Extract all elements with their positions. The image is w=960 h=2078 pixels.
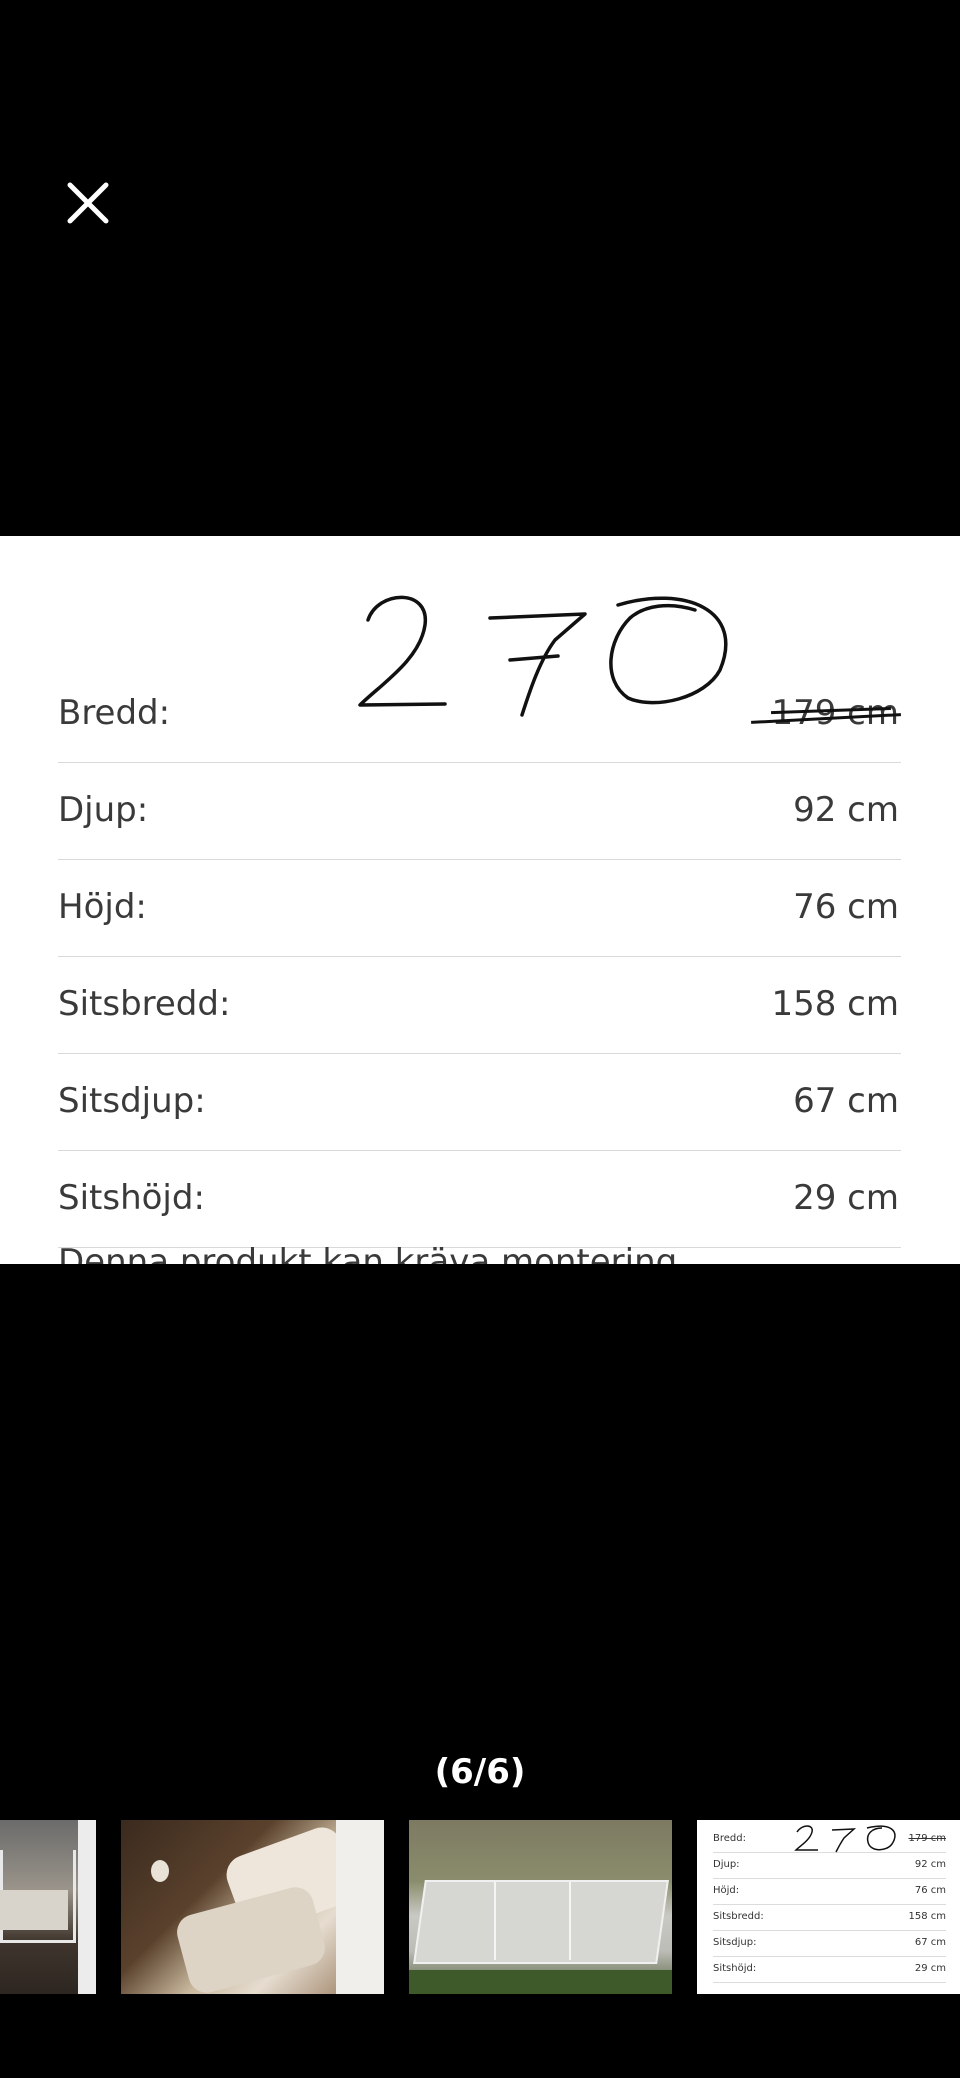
- mini-spec-label: Bredd:: [713, 1833, 746, 1844]
- thumbnail-sofa: [413, 1880, 669, 1964]
- spec-label: Djup:: [58, 790, 149, 830]
- mini-spec-value: 92 cm: [914, 1859, 946, 1870]
- mini-spec-label: Sitsdjup:: [713, 1937, 757, 1948]
- image-counter: (6/6): [434, 1752, 526, 1792]
- mini-spec-label: Höjd:: [713, 1885, 740, 1896]
- thumbnail-pillow: [173, 1883, 329, 1994]
- close-icon: [67, 182, 109, 224]
- mini-spec-label: Sitsbredd:: [713, 1911, 764, 1922]
- spec-label: Bredd:: [58, 693, 171, 733]
- thumbnail-sofa-divider: [494, 1882, 496, 1960]
- close-button[interactable]: [60, 175, 116, 231]
- thumbnail-door: [336, 1820, 384, 1994]
- spec-value: 92 cm: [793, 790, 899, 830]
- thumbnail-grass: [409, 1970, 672, 1994]
- spec-value: 158 cm: [771, 984, 899, 1024]
- handwritten-value-270: 270: [350, 580, 728, 717]
- mini-spec-row: Höjd: 76 cm: [713, 1878, 946, 1905]
- mini-spec-value: 29 cm: [914, 1963, 946, 1974]
- thumbnail-3[interactable]: [409, 1820, 672, 1994]
- spec-value: 76 cm: [793, 887, 899, 927]
- mini-spec-value: 179 cm: [908, 1833, 946, 1844]
- spec-label: Sitsdjup:: [58, 1081, 206, 1121]
- spec-value: 67 cm: [793, 1081, 899, 1121]
- mini-spec-value: 67 cm: [914, 1937, 946, 1948]
- assembly-note: Denna produkt kan kräva montering: [58, 1242, 678, 1264]
- mini-handwritten-value: [794, 1825, 896, 1853]
- mini-spec-row: Sitsdjup: 67 cm: [713, 1930, 946, 1957]
- mini-spec-value: 76 cm: [914, 1885, 946, 1896]
- mini-spec-label: Sitshöjd:: [713, 1963, 757, 1974]
- mini-spec-value: 158 cm: [908, 1911, 946, 1922]
- spec-label: Sitshöjd:: [58, 1178, 205, 1218]
- spec-row-sitshojd: Sitshöjd: 29 cm: [58, 1150, 901, 1248]
- mini-spec-label: Djup:: [713, 1859, 740, 1870]
- spec-row-hojd: Höjd: 76 cm: [58, 859, 901, 957]
- thumbnail-doorframe: [78, 1820, 96, 1994]
- main-photo: Bredd: 179 cm 270 Djup: 92 cm Höjd: 76 c…: [0, 536, 960, 1264]
- mini-spec-row: Sitsbredd: 158 cm: [713, 1904, 946, 1931]
- thumbnail-vase: [151, 1860, 169, 1882]
- spec-value: 29 cm: [793, 1178, 899, 1218]
- thumbnail-cushion: [0, 1890, 68, 1930]
- thumbnail-4-selected[interactable]: Bredd: 179 cm Djup: 92 cm Höjd: 76 cm Si…: [697, 1820, 960, 1994]
- spec-row-sitsbredd: Sitsbredd: 158 cm: [58, 956, 901, 1054]
- spec-row-sitsdjup: Sitsdjup: 67 cm: [58, 1053, 901, 1151]
- thumbnail-sofa-divider: [569, 1882, 571, 1960]
- spec-label: Sitsbredd:: [58, 984, 231, 1024]
- spec-label: Höjd:: [58, 887, 147, 927]
- spec-row-djup: Djup: 92 cm: [58, 762, 901, 860]
- mini-spec-row: Djup: 92 cm: [713, 1852, 946, 1879]
- mini-spec-row: Sitshöjd: 29 cm: [713, 1956, 946, 1983]
- thumbnail-1[interactable]: [0, 1820, 96, 1994]
- svg-text:270: 270: [350, 580, 352, 581]
- thumbnail-2[interactable]: [121, 1820, 384, 1994]
